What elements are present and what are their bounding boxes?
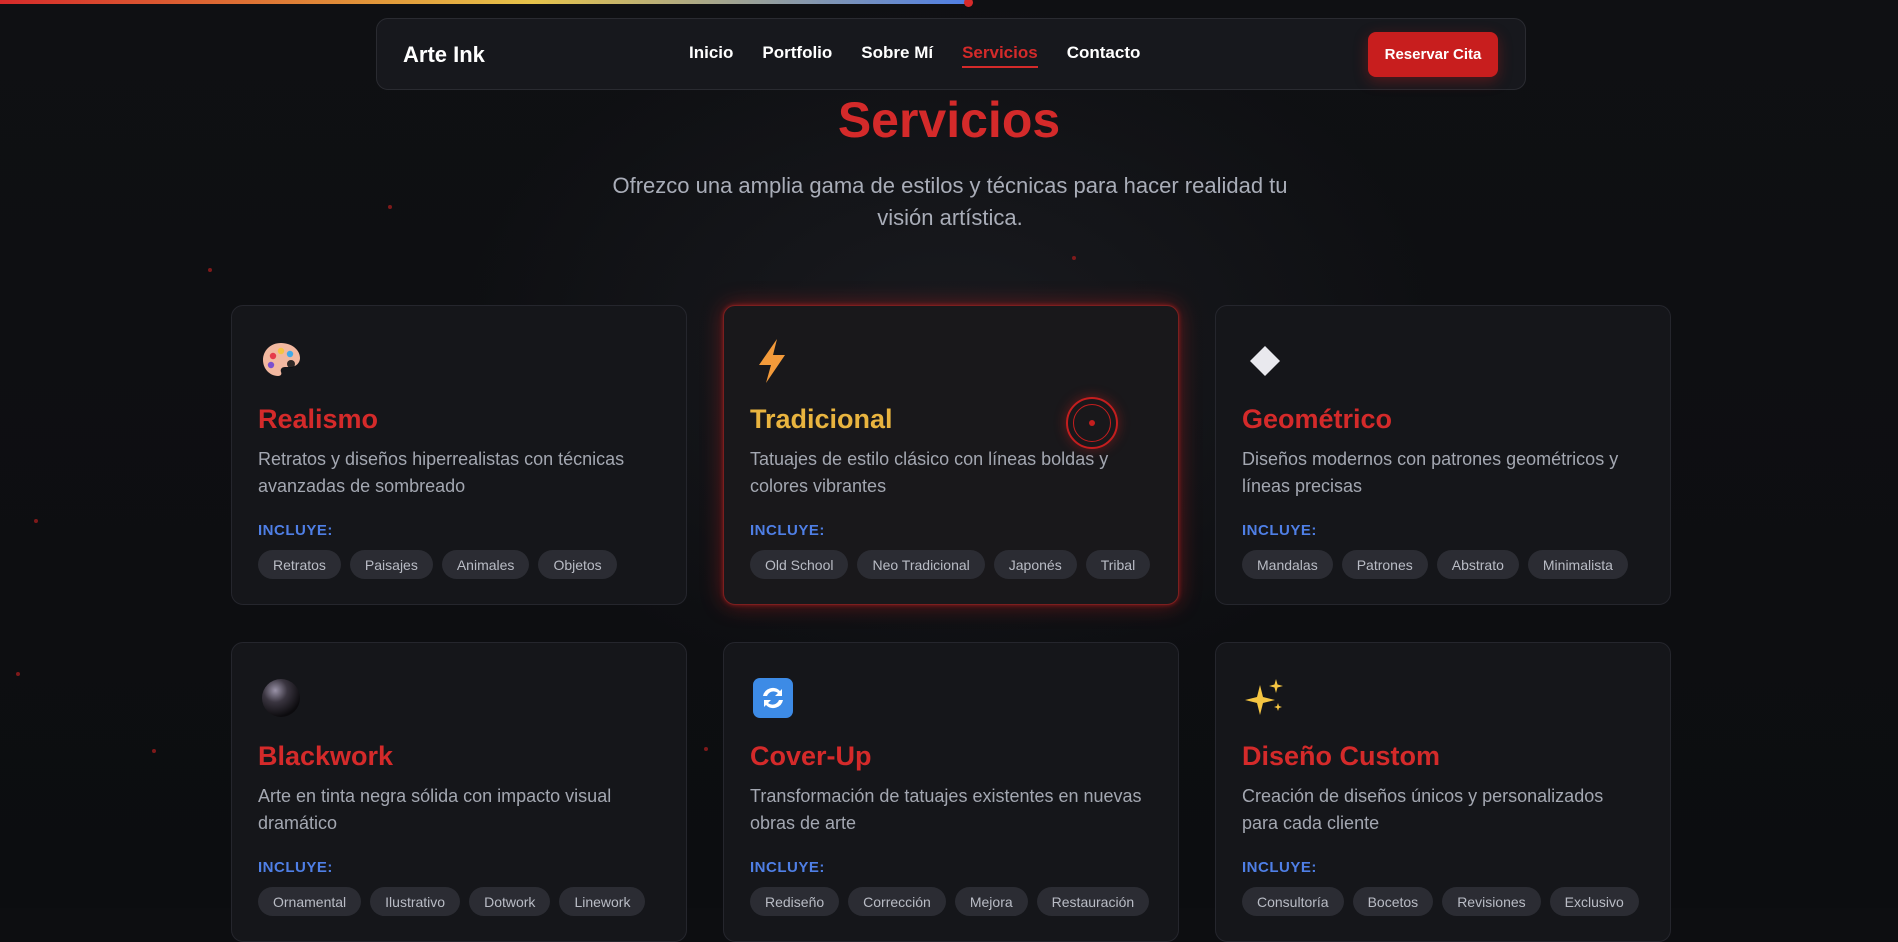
service-description: Transformación de tatuajes existentes en… xyxy=(750,786,1142,833)
refresh-icon xyxy=(750,675,796,721)
nav-links: Inicio Portfolio Sobre Mí Servicios Cont… xyxy=(689,43,1169,68)
service-title: Cover-Up xyxy=(750,741,872,771)
particle xyxy=(208,268,212,272)
includes-label: INCLUYE: xyxy=(1242,859,1317,876)
tag: Ornamental xyxy=(258,887,362,916)
particle xyxy=(152,749,156,753)
custom-cursor xyxy=(1066,397,1118,449)
service-title: Tradicional xyxy=(750,404,893,434)
particle xyxy=(1072,256,1076,260)
service-card-cover-up[interactable]: Cover-Up Transformación de tatuajes exis… xyxy=(723,642,1179,942)
service-title: Blackwork xyxy=(258,741,394,771)
service-title: Geométrico xyxy=(1242,404,1393,434)
particle xyxy=(34,519,38,523)
tag: Corrección xyxy=(848,887,946,916)
tag: Tribal xyxy=(1085,550,1151,579)
tag-list: Mandalas Patrones Abstrato Minimalista xyxy=(1242,550,1628,579)
tag-list: Old School Neo Tradicional Japonés Triba… xyxy=(750,550,1151,579)
particle xyxy=(704,747,708,751)
service-description: Tatuajes de estilo clásico con líneas bo… xyxy=(750,449,1109,496)
lightning-icon xyxy=(750,338,796,384)
includes-label: INCLUYE: xyxy=(750,522,825,539)
tag: Paisajes xyxy=(349,550,433,579)
tag: Minimalista xyxy=(1527,550,1628,579)
tag: Mejora xyxy=(954,887,1028,916)
tag: Consultoría xyxy=(1242,887,1344,916)
tag: Dotwork xyxy=(469,887,551,916)
nav-link-servicios[interactable]: Servicios xyxy=(962,43,1038,68)
nav-link-portfolio[interactable]: Portfolio xyxy=(762,43,832,68)
particle xyxy=(16,672,20,676)
scroll-progress-fill xyxy=(0,0,968,4)
custom-cursor-inner xyxy=(1073,404,1111,442)
service-card-tradicional[interactable]: Tradicional Tatuajes de estilo clásico c… xyxy=(723,305,1179,605)
service-card-diseno-custom[interactable]: Diseño Custom Creación de diseños únicos… xyxy=(1215,642,1671,942)
service-title: Diseño Custom xyxy=(1242,741,1441,771)
service-card-geometrico[interactable]: Geométrico Diseños modernos con patrones… xyxy=(1215,305,1671,605)
service-title: Realismo xyxy=(258,404,379,434)
nav-link-contacto[interactable]: Contacto xyxy=(1067,43,1141,68)
service-description: Retratos y diseños hiperrealistas con té… xyxy=(258,449,625,496)
nav-link-sobre-mi[interactable]: Sobre Mí xyxy=(861,43,933,68)
includes-label: INCLUYE: xyxy=(258,859,333,876)
includes-label: INCLUYE: xyxy=(750,859,825,876)
tag: Ilustrativo xyxy=(370,887,461,916)
tag: Abstrato xyxy=(1436,550,1519,579)
tag: Restauración xyxy=(1036,887,1150,916)
brand-logo[interactable]: Arte Ink xyxy=(403,42,485,68)
scroll-progress-bar xyxy=(0,0,1898,7)
includes-label: INCLUYE: xyxy=(258,522,333,539)
tag: Objetos xyxy=(538,550,617,579)
service-description: Arte en tinta negra sólida con impacto v… xyxy=(258,786,612,833)
tag: Bocetos xyxy=(1352,887,1434,916)
tag-list: Retratos Paisajes Animales Objetos xyxy=(258,550,617,579)
tag: Animales xyxy=(441,550,530,579)
tag: Exclusivo xyxy=(1549,887,1639,916)
section-title: Servicios xyxy=(837,92,1061,148)
tag: Rediseño xyxy=(750,887,840,916)
service-card-realismo[interactable]: Realismo Retratos y diseños hiperrealist… xyxy=(231,305,687,605)
tag: Neo Tradicional xyxy=(857,550,985,579)
section-subtitle: Ofrezco una amplia gama de estilos y téc… xyxy=(612,173,1288,230)
reservar-cita-button[interactable]: Reservar Cita xyxy=(1368,32,1498,77)
tag-list: Consultoría Bocetos Revisiones Exclusivo xyxy=(1242,887,1639,916)
tag: Linework xyxy=(559,887,646,916)
includes-label: INCLUYE: xyxy=(1242,522,1317,539)
service-description: Creación de diseños únicos y personaliza… xyxy=(1242,786,1604,833)
top-navbar: Arte Ink Inicio Portfolio Sobre Mí Servi… xyxy=(376,18,1526,90)
tag-list: Ornamental Ilustrativo Dotwork Linework xyxy=(258,887,646,916)
nav-link-inicio[interactable]: Inicio xyxy=(689,43,733,68)
tag-list: Rediseño Corrección Mejora Restauración xyxy=(750,887,1150,916)
particle xyxy=(388,205,392,209)
tag: Old School xyxy=(750,550,849,579)
tag: Retratos xyxy=(258,550,341,579)
tag: Japonés xyxy=(993,550,1077,579)
service-description: Diseños modernos con patrones geométrico… xyxy=(1242,449,1619,496)
tag: Mandalas xyxy=(1242,550,1333,579)
tag: Patrones xyxy=(1341,550,1428,579)
black-sphere-icon xyxy=(258,675,304,721)
diamond-icon xyxy=(1242,338,1288,384)
service-card-blackwork[interactable]: Blackwork Arte en tinta negra sólida con… xyxy=(231,642,687,942)
tag: Revisiones xyxy=(1442,887,1541,916)
artist-palette-icon xyxy=(258,338,304,384)
sparkles-icon xyxy=(1242,675,1288,721)
